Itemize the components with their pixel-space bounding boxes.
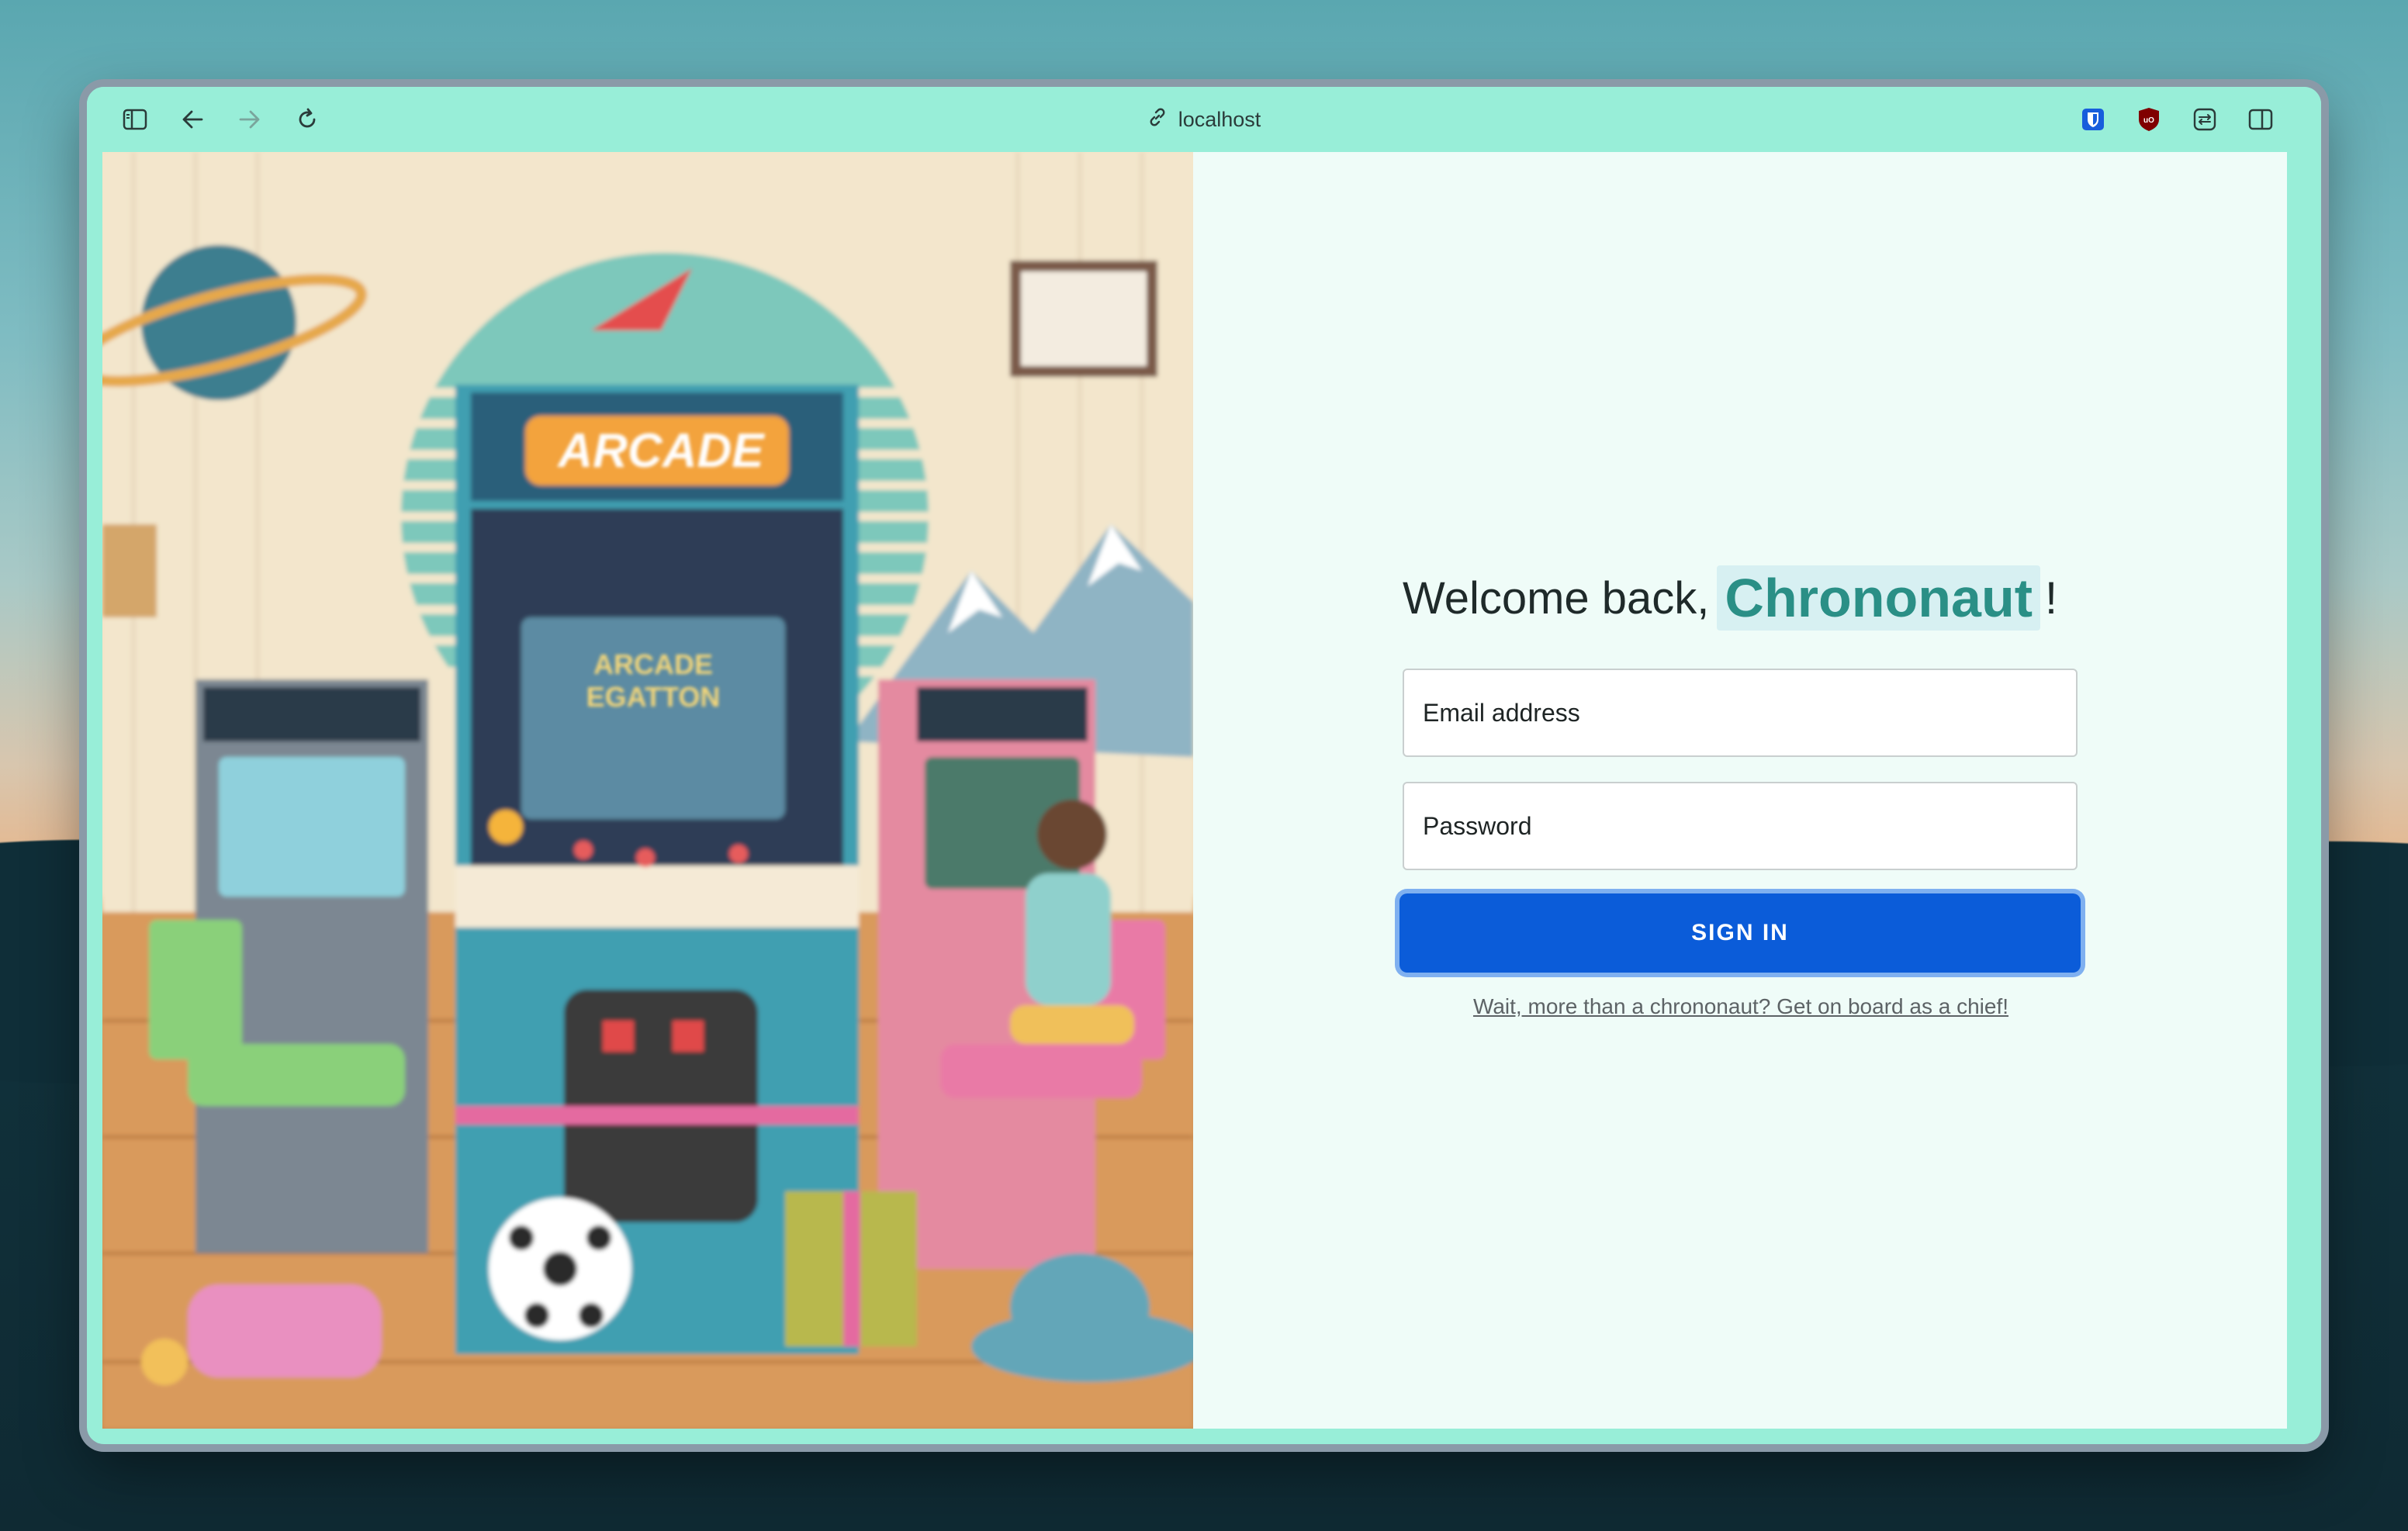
sign-in-button[interactable]: SIGN IN — [1399, 893, 2081, 973]
screen-line-1: ARCADE — [593, 648, 713, 680]
chief-signup-link[interactable]: Wait, more than a chrononaut? Get on boa… — [1403, 994, 2079, 1019]
welcome-prefix: Welcome back, — [1403, 572, 1710, 624]
browser-window: localhost uO ARCADE ARCADE EGATTON Welco… — [87, 87, 2321, 1444]
address-bar[interactable]: localhost — [87, 101, 2321, 138]
user-role-name: Chrononaut — [1717, 565, 2041, 631]
welcome-heading: Welcome back, Chrononaut ! — [1403, 563, 2079, 633]
login-form: Welcome back, Chrononaut ! SIGN IN Wait,… — [1399, 563, 2081, 1019]
email-field[interactable] — [1403, 669, 2078, 757]
link-icon — [1147, 107, 1168, 133]
screen-line-2: EGATTON — [586, 681, 721, 713]
bitwarden-icon[interactable] — [2076, 102, 2110, 137]
browser-toolbar: localhost uO — [87, 87, 2321, 152]
arcade-screen-text: ARCADE EGATTON — [521, 648, 785, 714]
login-panel: Welcome back, Chrononaut ! SIGN IN Wait,… — [1193, 152, 2287, 1429]
ublock-icon[interactable]: uO — [2132, 102, 2166, 137]
svg-text:uO: uO — [2143, 116, 2154, 125]
arcade-marquee: ARCADE — [558, 423, 764, 478]
page-content: ARCADE ARCADE EGATTON Welcome back, Chro… — [102, 152, 2287, 1429]
arcade-illustration: ARCADE ARCADE EGATTON — [102, 152, 1193, 1429]
url-text: localhost — [1178, 107, 1261, 131]
welcome-suffix: ! — [2045, 572, 2058, 624]
split-view-icon[interactable] — [2244, 102, 2278, 137]
password-field[interactable] — [1403, 782, 2078, 870]
extension-icon[interactable] — [2188, 102, 2222, 137]
